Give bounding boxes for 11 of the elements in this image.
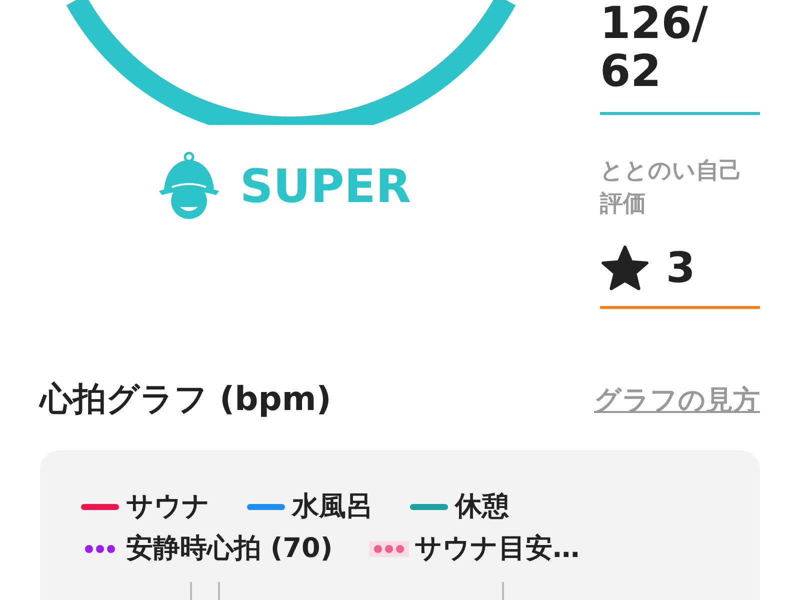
legend-label: サウナ [126,490,210,524]
legend-label: サウナ目安… [414,532,580,566]
graph-help-link[interactable]: グラフの見方 [594,382,760,418]
rating-value: 3 [666,243,696,292]
level-label: SUPER [240,159,412,213]
blood-pressure-value: 126/ 62 [600,0,709,96]
graph-title: 心拍グラフ (bpm) [40,378,332,420]
legend-label: 安静時心拍 (70) [126,532,333,566]
legend-label: 水風呂 [292,490,373,524]
self-rating-label: ととのい自己評価 [600,157,743,219]
legend-label: 休憩 [455,490,509,524]
